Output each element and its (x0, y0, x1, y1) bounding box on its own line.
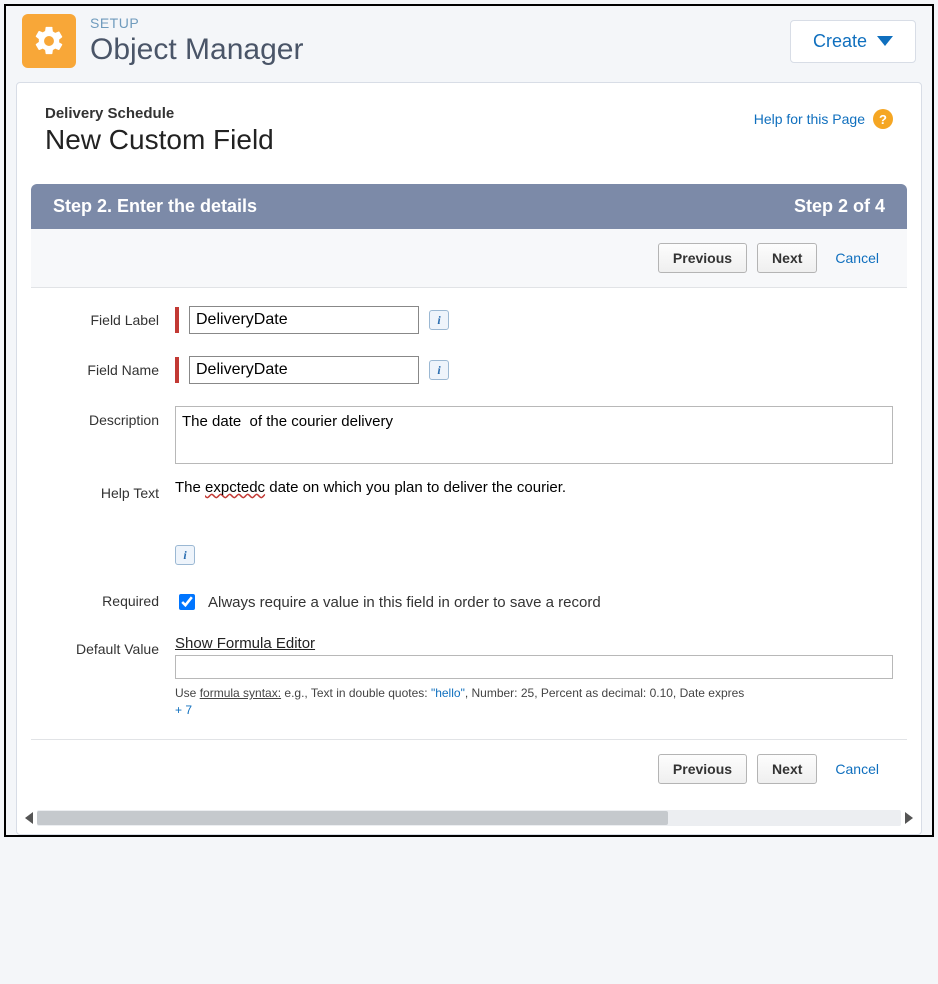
next-button[interactable]: Next (757, 243, 817, 273)
description-label: Description (45, 406, 175, 428)
show-formula-editor-link[interactable]: Show Formula Editor (175, 635, 315, 652)
description-input[interactable]: The date of the courier delivery (175, 406, 893, 464)
create-button[interactable]: Create (790, 20, 916, 63)
help-for-page-link[interactable]: Help for this Page ? (754, 105, 893, 129)
help-text-label: Help Text (45, 479, 175, 501)
field-name-label: Field Name (45, 356, 175, 378)
field-label-input[interactable] (189, 306, 419, 334)
required-mark-icon (175, 357, 179, 383)
horizontal-scrollbar[interactable] (25, 808, 913, 828)
bottom-toolbar: Previous Next Cancel (31, 739, 907, 798)
scroll-track[interactable] (37, 810, 901, 826)
step-title: Step 2. Enter the details (53, 196, 257, 217)
field-label-label: Field Label (45, 306, 175, 328)
setup-header: SETUP Object Manager Create (6, 6, 932, 82)
chevron-down-icon (877, 36, 893, 46)
default-value-input[interactable] (175, 655, 893, 679)
scroll-left-icon[interactable] (25, 812, 33, 824)
default-value-label: Default Value (45, 635, 175, 658)
required-text: Always require a value in this field in … (208, 594, 601, 611)
main-panel: Delivery Schedule New Custom Field Help … (16, 82, 922, 835)
info-icon[interactable]: i (175, 545, 195, 565)
next-button[interactable]: Next (757, 754, 817, 784)
formula-hint: Use formula syntax: e.g., Text in double… (175, 685, 893, 719)
top-toolbar: Previous Next Cancel (31, 229, 907, 288)
page-heading: Object Manager (90, 33, 790, 67)
setup-eyebrow: SETUP (90, 15, 790, 31)
required-label: Required (45, 587, 175, 609)
page-title: New Custom Field (45, 124, 274, 156)
scroll-right-icon[interactable] (905, 812, 913, 824)
help-text-input[interactable]: The expctedc date on which you plan to d… (175, 479, 893, 537)
info-icon[interactable]: i (429, 360, 449, 380)
gear-icon (22, 14, 76, 68)
step-progress: Step 2 of 4 (794, 196, 885, 217)
previous-button[interactable]: Previous (658, 243, 747, 273)
help-icon: ? (873, 109, 893, 129)
previous-button[interactable]: Previous (658, 754, 747, 784)
cancel-link[interactable]: Cancel (835, 250, 879, 266)
cancel-link[interactable]: Cancel (835, 761, 879, 777)
field-name-input[interactable] (189, 356, 419, 384)
step-header: Step 2. Enter the details Step 2 of 4 (31, 184, 907, 229)
create-label: Create (813, 31, 867, 52)
breadcrumb: Delivery Schedule (45, 105, 274, 122)
required-mark-icon (175, 307, 179, 333)
required-checkbox[interactable] (179, 594, 195, 610)
field-form: Field Label i Field Name i (31, 288, 907, 719)
info-icon[interactable]: i (429, 310, 449, 330)
scroll-thumb[interactable] (37, 811, 668, 825)
